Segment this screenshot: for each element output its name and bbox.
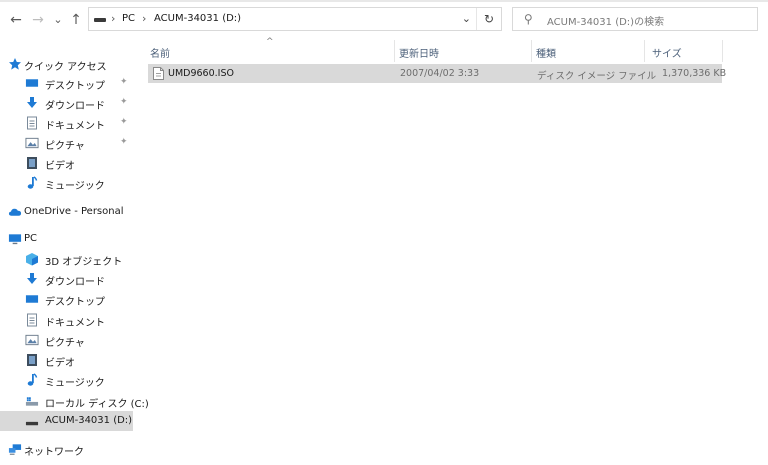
sidebar-item-label: ドキュメント xyxy=(45,121,105,132)
cloud-icon xyxy=(8,208,22,216)
sidebar-item-pc-downloads[interactable]: ダウンロード xyxy=(0,269,133,289)
sidebar-item-label: ビデオ xyxy=(45,358,75,369)
column-divider[interactable] xyxy=(644,40,645,62)
sidebar-item-local-disk-c[interactable]: ローカル ディスク (C:) xyxy=(0,391,149,411)
table-row[interactable]: UMD9660.ISO 2007/04/02 3:33 ディスク イメージ ファ… xyxy=(148,64,726,83)
desktop-icon xyxy=(25,295,39,303)
sidebar-item-label: ACUM-34031 (D:) xyxy=(45,415,133,426)
video-icon xyxy=(27,354,37,366)
recent-locations-chevron-icon[interactable]: ⌄ xyxy=(50,10,66,30)
sidebar-item-label: OneDrive - Personal xyxy=(24,206,124,217)
sidebar-item-pc-pictures[interactable]: ピクチャ xyxy=(0,330,133,350)
sidebar-item-label: クイック アクセス xyxy=(24,62,107,73)
sidebar-item-pc-desktop[interactable]: デスクトップ xyxy=(0,289,133,309)
sidebar-item-pc-videos[interactable]: ビデオ xyxy=(0,350,133,370)
navigation-pane: クイック アクセス デスクトップ ✦ ダウンロード ✦ ドキュメント ✦ ピクチ… xyxy=(0,40,149,465)
sidebar-item-label: ピクチャ xyxy=(45,141,85,152)
column-divider[interactable] xyxy=(394,40,395,62)
download-icon xyxy=(27,97,37,108)
search-icon: ⚲ xyxy=(524,12,533,26)
sidebar-item-label: デスクトップ xyxy=(45,297,105,308)
picture-icon xyxy=(25,334,39,346)
sidebar-item-label: ローカル ディスク (C:) xyxy=(45,399,149,410)
sidebar-item-label: デスクトップ xyxy=(45,81,105,92)
sidebar-item-3d-objects[interactable]: 3D オブジェクト xyxy=(0,249,133,269)
breadcrumb-drive[interactable]: ACUM-34031 (D:) xyxy=(154,13,241,24)
network-icon xyxy=(8,444,22,455)
sidebar-item-music[interactable]: ミュージック xyxy=(0,173,133,193)
file-name: UMD9660.ISO xyxy=(168,68,234,79)
sidebar-item-acum-drive-d[interactable]: ACUM-34031 (D:) xyxy=(0,411,133,431)
sidebar-item-pictures[interactable]: ピクチャ ✦ xyxy=(0,133,133,153)
local-disk-icon xyxy=(25,397,39,406)
computer-icon xyxy=(8,234,22,245)
column-header-label: 名前 xyxy=(150,49,170,60)
sidebar-item-downloads[interactable]: ダウンロード ✦ xyxy=(0,93,133,113)
forward-arrow-icon[interactable]: → xyxy=(30,10,46,30)
sidebar-item-label: PC xyxy=(24,233,38,244)
sidebar-item-label: ネットワーク xyxy=(24,447,84,458)
breadcrumb-separator: › xyxy=(142,12,147,25)
column-header-label: 種類 xyxy=(536,49,556,60)
up-arrow-icon[interactable]: ↑ xyxy=(68,10,84,30)
address-dropdown-icon[interactable]: ⌄ xyxy=(462,12,471,25)
sidebar-item-label: ビデオ xyxy=(45,161,75,172)
back-arrow-icon[interactable]: ← xyxy=(8,10,24,30)
download-icon xyxy=(27,273,37,284)
sidebar-item-documents[interactable]: ドキュメント ✦ xyxy=(0,113,133,133)
navigation-toolbar: ← → ⌄ ↑ › PC › ACUM-34031 (D:) ⌄ ↻ ⚲ ACU… xyxy=(0,0,768,40)
column-header-name[interactable]: 名前 ^ xyxy=(148,37,396,62)
column-header-label: 更新日時 xyxy=(399,49,439,60)
column-header-date[interactable]: 更新日時 xyxy=(397,40,531,62)
sidebar-item-desktop[interactable]: デスクトップ ✦ xyxy=(0,73,133,93)
search-box[interactable]: ⚲ ACUM-34031 (D:)の検索 xyxy=(512,7,758,31)
sidebar-item-label: ミュージック xyxy=(45,181,105,192)
sidebar-item-pc-music[interactable]: ミュージック xyxy=(0,370,133,390)
breadcrumb-pc[interactable]: PC xyxy=(122,13,135,24)
sidebar-item-network[interactable]: ネットワーク xyxy=(0,439,133,459)
column-header-size[interactable]: サイズ xyxy=(647,40,723,62)
sidebar-item-pc-documents[interactable]: ドキュメント xyxy=(0,310,133,330)
address-bar[interactable]: › PC › ACUM-34031 (D:) ⌄ ↻ xyxy=(88,7,502,31)
drive-icon xyxy=(94,18,106,22)
sidebar-item-label: ダウンロード xyxy=(45,101,105,112)
sidebar-item-label: ミュージック xyxy=(45,378,105,389)
pin-icon[interactable]: ✦ xyxy=(120,117,128,127)
file-date: 2007/04/02 3:33 xyxy=(400,68,480,79)
disc-image-file-icon xyxy=(153,67,164,80)
sidebar-item-videos[interactable]: ビデオ xyxy=(0,153,133,173)
search-placeholder: ACUM-34031 (D:)の検索 xyxy=(547,17,665,28)
column-divider[interactable] xyxy=(531,40,532,62)
column-divider[interactable] xyxy=(722,40,723,62)
desktop-icon xyxy=(25,79,39,87)
pin-icon[interactable]: ✦ xyxy=(120,77,128,87)
file-list-pane: 名前 ^ 更新日時 種類 サイズ UMD9660.ISO 2007/04/02 … xyxy=(135,37,768,465)
column-header-label: サイズ xyxy=(652,49,682,60)
sort-ascending-icon: ^ xyxy=(266,37,274,47)
picture-icon xyxy=(25,137,39,149)
sidebar-item-onedrive[interactable]: OneDrive - Personal xyxy=(0,202,133,222)
video-icon xyxy=(27,157,37,169)
sidebar-item-pc[interactable]: PC xyxy=(0,229,133,249)
sidebar-item-label: ダウンロード xyxy=(45,277,105,288)
file-type: ディスク イメージ ファイル xyxy=(537,71,657,82)
file-size: 1,370,336 KB xyxy=(662,68,727,79)
pin-icon[interactable]: ✦ xyxy=(120,137,128,147)
sidebar-item-label: ドキュメント xyxy=(45,318,105,329)
sidebar-item-label: 3D オブジェクト xyxy=(45,257,123,268)
music-icon xyxy=(27,373,38,386)
star-icon xyxy=(9,58,21,70)
pin-icon[interactable]: ✦ xyxy=(120,97,128,107)
sidebar-item-quick-access[interactable]: クイック アクセス xyxy=(0,54,133,74)
document-icon xyxy=(27,313,37,327)
breadcrumb-separator: › xyxy=(111,12,116,25)
music-icon xyxy=(27,176,38,189)
3d-objects-icon xyxy=(26,253,38,266)
optical-drive-icon xyxy=(25,421,39,426)
document-icon xyxy=(27,116,37,130)
sidebar-item-label: ピクチャ xyxy=(45,338,85,349)
column-header-type[interactable]: 種類 xyxy=(534,40,646,62)
refresh-icon[interactable]: ↻ xyxy=(476,8,501,30)
